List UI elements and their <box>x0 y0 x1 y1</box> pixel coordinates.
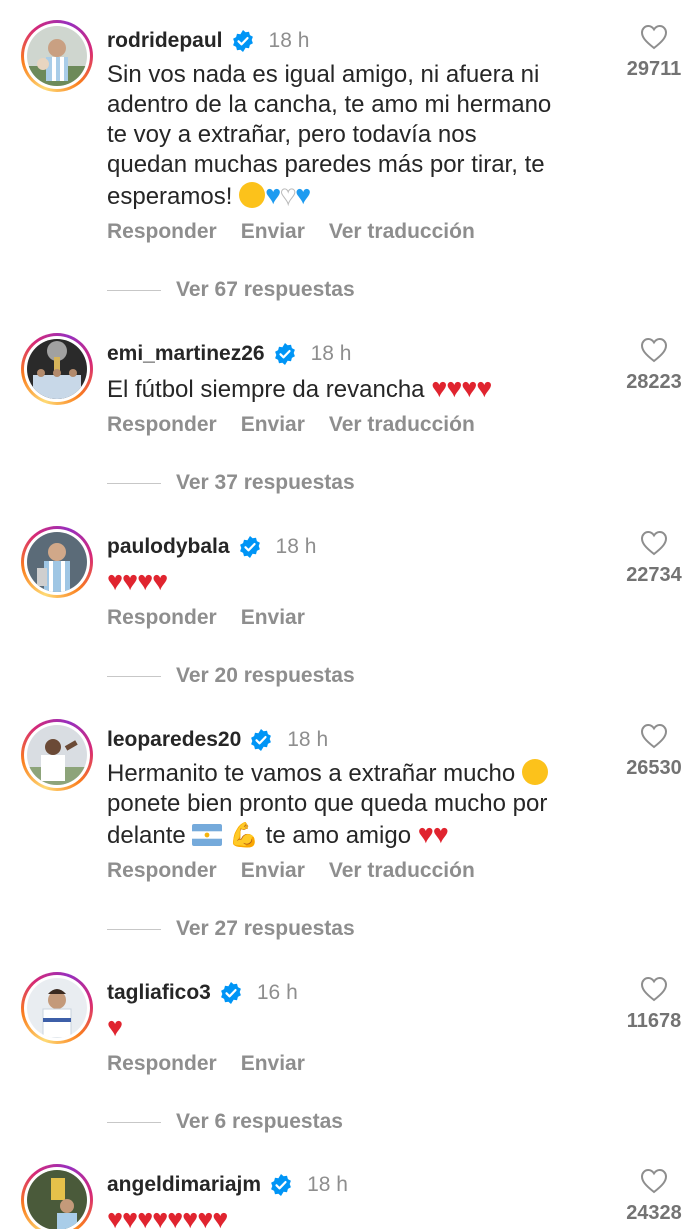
view-replies-label: Ver 20 respuestas <box>176 664 355 687</box>
view-replies-button[interactable]: Ver 37 respuestas <box>107 471 355 495</box>
reply-button[interactable]: Responder <box>107 859 217 883</box>
avatar[interactable] <box>21 20 93 92</box>
view-replies-label: Ver 67 respuestas <box>176 278 355 301</box>
comment-item: tagliafico3 16 h ♥ Responder Enviar 1167… <box>0 972 697 1142</box>
translate-button[interactable]: Ver traducción <box>329 413 475 437</box>
pleading-face-emoji <box>239 182 266 208</box>
heart-outline-icon[interactable] <box>640 24 668 50</box>
like-control: 29711 <box>620 24 688 81</box>
like-control: 24328 <box>620 1168 688 1225</box>
verified-badge-icon <box>232 30 253 52</box>
divider <box>107 482 161 484</box>
send-button[interactable]: Enviar <box>241 1052 305 1076</box>
comment-username[interactable]: rodridepaul <box>107 29 223 53</box>
view-replies-button[interactable]: Ver 27 respuestas <box>107 917 355 941</box>
comment-text: Sin vos nada es igual amigo, ni afuera n… <box>107 61 552 211</box>
divider <box>107 675 161 677</box>
heart-outline-icon[interactable] <box>640 530 668 556</box>
translate-button[interactable]: Ver traducción <box>329 859 475 883</box>
heart-outline-icon[interactable] <box>640 723 668 749</box>
argentina-flag-emoji <box>192 824 223 846</box>
like-control: 26530 <box>620 723 688 780</box>
red-hearts-emoji: ♥♥♥♥ <box>107 566 168 596</box>
comment-item: paulodybala 18 h ♥♥♥♥ Responder Enviar 2… <box>0 526 697 696</box>
comment-item: angeldimariajm 18 h ♥♥♥♥♥♥♥♥ 24328 <box>0 1164 697 1229</box>
like-count: 24328 <box>626 1202 682 1224</box>
heart-outline-icon[interactable] <box>640 1168 668 1194</box>
comment-username[interactable]: paulodybala <box>107 535 230 559</box>
view-replies-label: Ver 6 respuestas <box>176 1110 343 1133</box>
like-control: 22734 <box>620 530 688 587</box>
send-button[interactable]: Enviar <box>241 220 305 244</box>
comment-actions: Responder Enviar Ver traducción <box>107 413 475 437</box>
comment-item: leoparedes20 18 h Hermanito te vamos a e… <box>0 719 697 949</box>
reply-button[interactable]: Responder <box>107 220 217 244</box>
comment-text: ♥♥♥♥ <box>107 566 607 598</box>
like-count: 11678 <box>626 1010 682 1032</box>
view-replies-button[interactable]: Ver 6 respuestas <box>107 1110 343 1134</box>
red-hearts-emoji: ♥♥♥♥ <box>431 373 492 403</box>
like-control: 28223 <box>620 337 688 394</box>
blue-heart-emoji: ♥ <box>295 180 311 210</box>
disappointed-face-emoji <box>521 759 548 785</box>
view-replies-label: Ver 37 respuestas <box>176 471 355 494</box>
view-replies-label: Ver 27 respuestas <box>176 917 355 940</box>
comment-actions: Responder Enviar <box>107 606 305 630</box>
verified-badge-icon <box>251 729 272 751</box>
comment-username[interactable]: angeldimariajm <box>107 1173 261 1197</box>
white-heart-emoji: ♥ <box>280 180 297 211</box>
comment-text: Hermanito te vamos a extrañar mucho pone… <box>107 759 548 849</box>
reply-button[interactable]: Responder <box>107 606 217 630</box>
avatar[interactable] <box>21 333 93 405</box>
view-replies-button[interactable]: Ver 67 respuestas <box>107 278 355 302</box>
reply-button[interactable]: Responder <box>107 1052 217 1076</box>
avatar[interactable] <box>21 972 93 1044</box>
divider <box>107 289 161 291</box>
verified-badge-icon <box>239 536 260 558</box>
avatar[interactable] <box>21 719 93 791</box>
comment-time: 18 h <box>287 728 329 751</box>
comment-text: ♥♥♥♥♥♥♥♥ <box>107 1204 607 1229</box>
send-button[interactable]: Enviar <box>241 859 305 883</box>
comment-username[interactable]: emi_martinez26 <box>107 342 265 366</box>
avatar[interactable] <box>21 526 93 598</box>
comment-time: 18 h <box>268 29 310 52</box>
comment-text: El fútbol siempre da revancha ♥♥♥♥ <box>107 373 492 403</box>
avatar[interactable] <box>21 1164 93 1229</box>
verified-badge-icon <box>274 343 295 365</box>
reply-button[interactable]: Responder <box>107 413 217 437</box>
blue-heart-emoji: ♥ <box>265 180 281 210</box>
comment-item: emi_martinez26 18 h El fútbol siempre da… <box>0 333 697 503</box>
comment-time: 16 h <box>256 981 298 1004</box>
heart-outline-icon[interactable] <box>640 976 668 1002</box>
send-button[interactable]: Enviar <box>241 606 305 630</box>
comment-time: 18 h <box>310 342 352 365</box>
comment-username[interactable]: leoparedes20 <box>107 728 241 752</box>
like-count: 26530 <box>626 757 682 779</box>
like-count: 28223 <box>626 371 682 393</box>
view-replies-button[interactable]: Ver 20 respuestas <box>107 664 355 688</box>
comment-actions: Responder Enviar Ver traducción <box>107 859 475 883</box>
verified-badge-icon <box>220 982 241 1004</box>
divider <box>107 928 161 930</box>
comment-username[interactable]: tagliafico3 <box>107 981 211 1005</box>
red-hearts-emoji: ♥♥♥♥♥♥♥♥ <box>107 1204 228 1229</box>
comment-time: 18 h <box>307 1173 348 1196</box>
comment-actions: Responder Enviar Ver traducción <box>107 220 475 244</box>
comment-actions: Responder Enviar <box>107 1052 305 1076</box>
comment-item: rodridepaul 18 h Sin vos nada es igual a… <box>0 20 697 310</box>
red-heart-emoji: ♥ <box>107 1012 123 1042</box>
like-count: 22734 <box>626 564 682 586</box>
flexed-biceps-emoji: 💪 <box>229 821 259 849</box>
divider <box>107 1121 161 1123</box>
send-button[interactable]: Enviar <box>241 413 305 437</box>
translate-button[interactable]: Ver traducción <box>329 220 475 244</box>
red-hearts-emoji: ♥♥ <box>417 819 449 849</box>
comment-time: 18 h <box>275 535 317 558</box>
comment-text: ♥ <box>107 1012 607 1044</box>
like-count: 29711 <box>626 58 682 80</box>
verified-badge-icon <box>271 1174 291 1196</box>
like-control: 11678 <box>620 976 688 1033</box>
heart-outline-icon[interactable] <box>640 337 668 363</box>
